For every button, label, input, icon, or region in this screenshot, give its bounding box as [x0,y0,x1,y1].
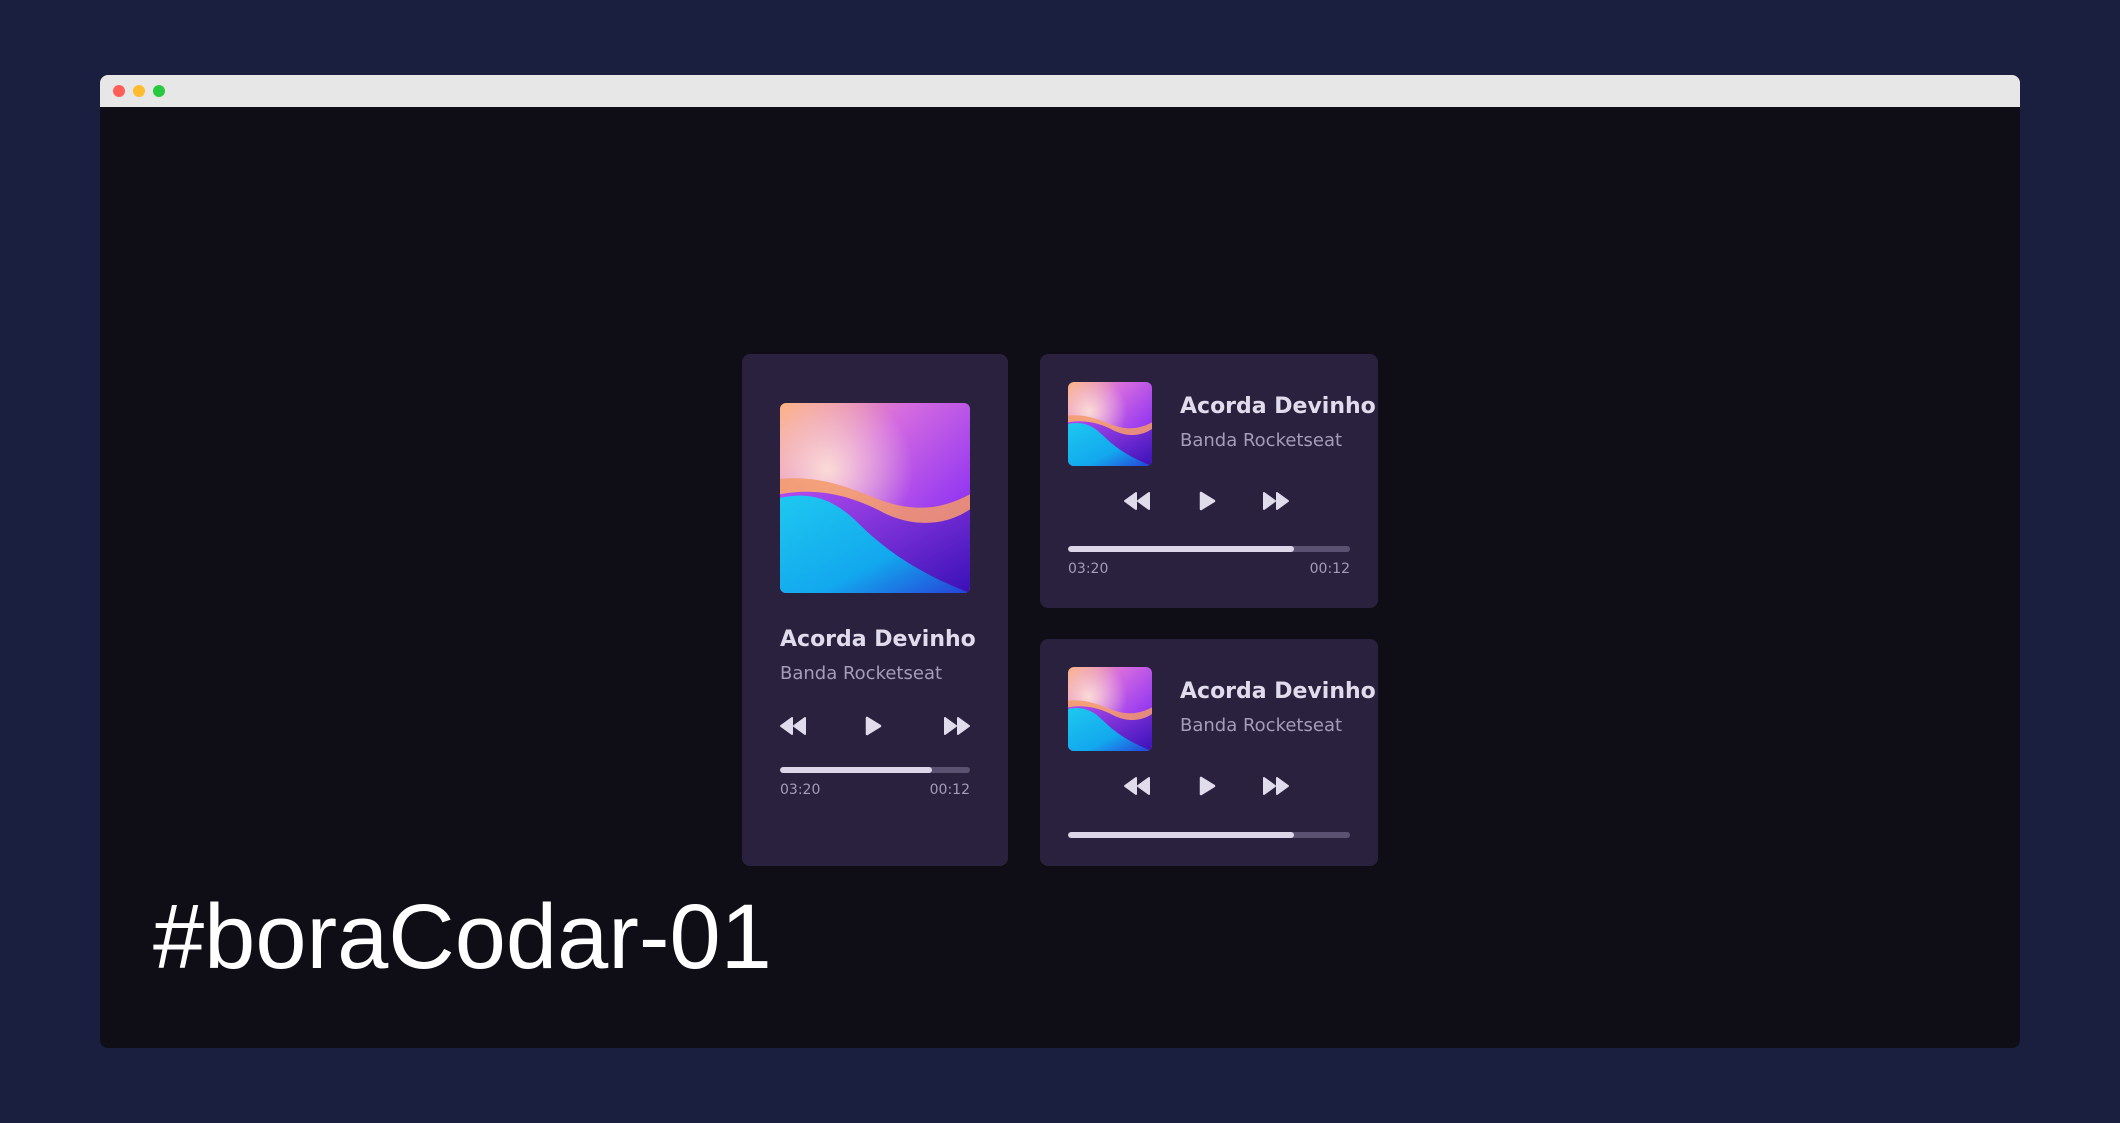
remaining-time: 00:12 [929,782,970,798]
play-button[interactable] [1197,775,1217,797]
fast-forward-button[interactable] [1261,491,1291,511]
album-art [1068,382,1152,466]
progress-fill [780,767,932,773]
fast-forward-icon [1261,491,1291,511]
song-title: Acorda Devinho [780,627,976,652]
play-icon [1197,775,1217,797]
page-content: Acorda Devinho Banda Rocketseat 03:20 00… [100,107,2020,1048]
rewind-icon [1122,776,1152,796]
remaining-time: 00:12 [1309,561,1350,577]
album-art [780,403,970,593]
fast-forward-button[interactable] [942,716,972,736]
song-title: Acorda Devinho [1180,394,1376,419]
rewind-icon [778,716,808,736]
rewind-button[interactable] [778,716,808,736]
minimize-window-button[interactable] [133,85,145,97]
song-title: Acorda Devinho [1180,679,1376,704]
artist-name: Banda Rocketseat [780,663,943,684]
fast-forward-icon [1261,776,1291,796]
music-player-card-mini: Acorda Devinho Banda Rocketseat [1040,639,1378,866]
maximize-window-button[interactable] [153,85,165,97]
play-icon [863,715,883,737]
rewind-icon [1122,491,1152,511]
progress-bar[interactable] [780,767,970,773]
window-titlebar [100,75,2020,107]
artist-name: Banda Rocketseat [1180,715,1343,736]
artist-name: Banda Rocketseat [1180,430,1343,451]
music-player-card-large: Acorda Devinho Banda Rocketseat 03:20 00… [742,354,1008,866]
rewind-button[interactable] [1122,491,1152,511]
elapsed-time: 03:20 [1068,561,1109,577]
progress-bar[interactable] [1068,546,1350,552]
play-button[interactable] [1197,490,1217,512]
progress-bar[interactable] [1068,832,1350,838]
progress-fill [1068,832,1294,838]
play-button[interactable] [863,715,883,737]
fast-forward-button[interactable] [1261,776,1291,796]
music-player-card-compact: Acorda Devinho Banda Rocketseat 03:20 00… [1040,354,1378,608]
challenge-hashtag: #boraCodar-01 [153,886,772,988]
album-art [1068,667,1152,751]
elapsed-time: 03:20 [780,782,821,798]
fast-forward-icon [942,716,972,736]
browser-window: Acorda Devinho Banda Rocketseat 03:20 00… [100,75,2020,1048]
progress-fill [1068,546,1294,552]
rewind-button[interactable] [1122,776,1152,796]
close-window-button[interactable] [113,85,125,97]
play-icon [1197,490,1217,512]
